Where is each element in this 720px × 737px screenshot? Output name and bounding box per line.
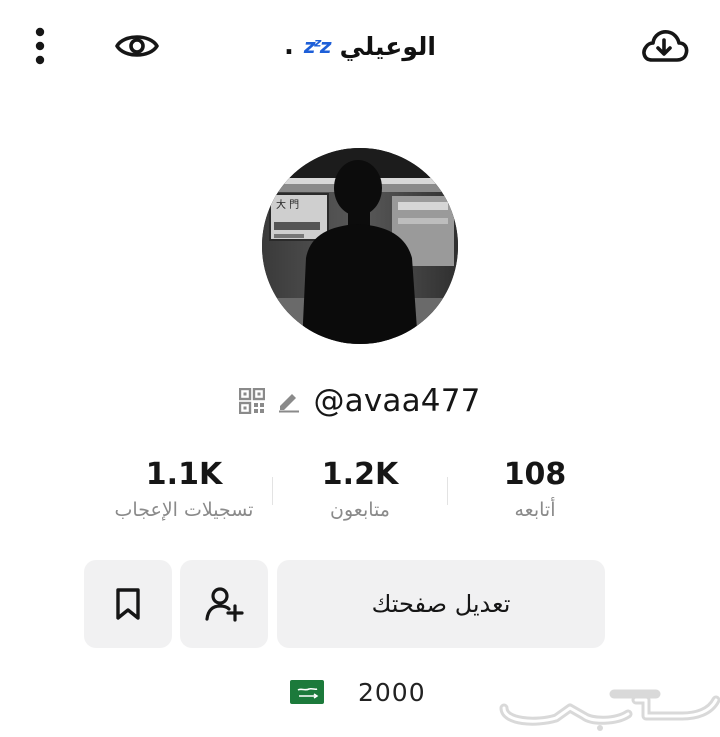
haraj-logo	[496, 678, 720, 732]
title-dot: .	[284, 31, 294, 61]
stat-likes[interactable]: 1.1K تسجيلات الإعجاب	[84, 455, 284, 535]
stat-following[interactable]: 108 أتابعه	[435, 455, 635, 535]
likes-count: 1.1K	[145, 457, 223, 492]
username-row: @avaa477	[200, 378, 520, 424]
bio-text: 2000	[358, 677, 426, 707]
qr-code-button[interactable]	[239, 388, 266, 414]
likes-label: تسجيلات الإعجاب	[114, 499, 254, 521]
followers-label: متابعون	[330, 499, 390, 521]
bookmarks-button[interactable]	[84, 560, 172, 648]
following-count: 108	[503, 457, 567, 492]
edit-profile-label: تعديل صفحتك	[371, 590, 511, 618]
edit-username-button[interactable]	[277, 389, 301, 413]
add-friend-icon	[205, 587, 244, 622]
svg-text:大 門: 大 門	[276, 198, 299, 211]
qr-code-icon	[239, 388, 266, 414]
username: @avaa477	[313, 383, 481, 419]
cloud-download-button[interactable]	[636, 24, 692, 68]
saudi-flag-icon	[290, 680, 324, 704]
page-title: الوعيلي zᶻz .	[230, 24, 490, 68]
add-friends-button[interactable]	[180, 560, 268, 648]
stat-followers[interactable]: 1.2K متابعون	[260, 455, 460, 535]
watermark-logo	[499, 689, 720, 731]
edit-profile-button[interactable]: تعديل صفحتك	[277, 560, 605, 648]
eye-icon	[115, 35, 159, 57]
display-name: الوعيلي	[339, 31, 436, 61]
following-label: أتابعه	[514, 499, 556, 521]
more-options-button[interactable]	[22, 26, 58, 66]
profile-views-button[interactable]	[112, 24, 162, 68]
sleep-emoji-icon: zᶻz	[303, 34, 332, 58]
avatar[interactable]: 大 門	[262, 148, 458, 344]
bio: 2000	[290, 672, 460, 712]
more-vertical-icon	[35, 27, 45, 65]
cloud-download-icon	[642, 30, 689, 62]
bookmark-icon	[116, 588, 140, 620]
avatar-photo: 大 門	[262, 148, 458, 344]
followers-count: 1.2K	[321, 457, 399, 492]
pencil-icon	[279, 394, 300, 413]
